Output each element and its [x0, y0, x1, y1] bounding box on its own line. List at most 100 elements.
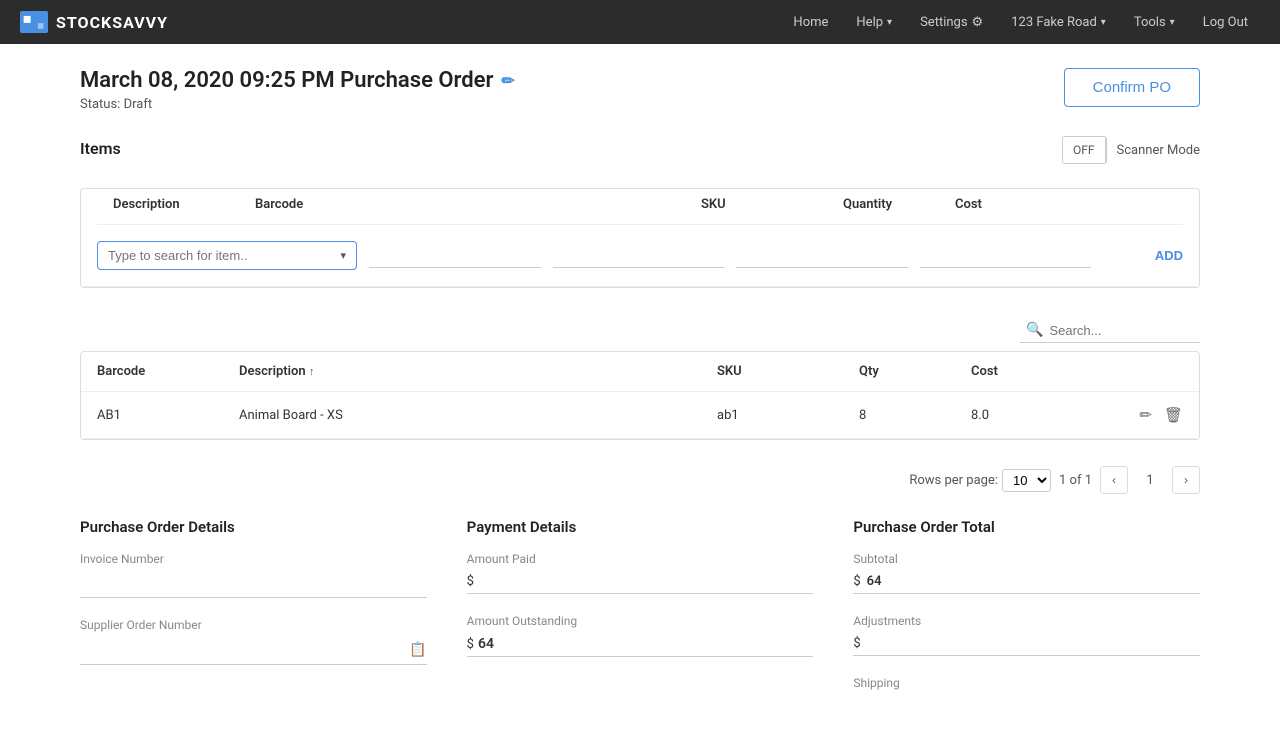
delete-row-icon[interactable]: 🗑: [1164, 406, 1183, 424]
shipping-field: Shipping: [853, 676, 1200, 690]
brand-name: STOCKSAVVY: [56, 13, 168, 32]
po-total-title: Purchase Order Total: [853, 518, 1200, 536]
row-sku: ab1: [717, 408, 847, 423]
items-table-header: Description Barcode SKU Quantity Cost: [97, 197, 1183, 225]
pagination-row: Rows per page: 10 25 50 1 of 1 ‹ 1 ›: [80, 456, 1200, 510]
quantity-input[interactable]: [736, 244, 908, 268]
gear-icon: ⚙: [972, 15, 984, 30]
subtotal-row: $ 64: [853, 570, 1200, 594]
rows-per-page-label: Rows per page:: [909, 473, 998, 488]
col-cost: Cost: [955, 197, 1075, 212]
scanner-row: OFF Scanner Mode: [1062, 136, 1200, 164]
col-quantity: Quantity: [843, 197, 943, 212]
header-cost: Cost: [971, 364, 1091, 379]
amount-paid-row: $: [467, 570, 814, 594]
invoice-number-field: Invoice Number: [80, 552, 427, 598]
edit-icon[interactable]: ✏: [501, 71, 514, 90]
supplier-order-row: 📋: [80, 636, 427, 665]
item-search-input[interactable]: [108, 248, 340, 263]
chevron-down-icon: ▾: [887, 17, 892, 28]
chevron-down-icon: ▾: [1101, 17, 1106, 28]
status-text: Status: Draft: [80, 97, 515, 112]
col-barcode: Barcode: [255, 197, 689, 212]
nav-help[interactable]: Help ▾: [844, 9, 904, 36]
adjustments-prefix: $: [853, 636, 860, 651]
row-actions: ✏ 🗑: [1103, 406, 1183, 424]
invoice-number-label: Invoice Number: [80, 552, 427, 566]
amount-outstanding-value: 64: [478, 636, 494, 652]
page-info: 1 of 1: [1059, 473, 1092, 488]
items-add-row: ▾ ADD: [81, 225, 1199, 287]
calendar-icon[interactable]: 📋: [409, 642, 426, 658]
row-qty: 8: [859, 408, 959, 423]
adjustments-row: $: [853, 632, 1200, 656]
next-page-button[interactable]: ›: [1172, 466, 1200, 494]
supplier-order-label: Supplier Order Number: [80, 618, 427, 632]
adjustments-field: Adjustments $: [853, 614, 1200, 656]
table-row: AB1 Animal Board - XS ab1 8 8.0 ✏ 🗑: [81, 392, 1199, 439]
amount-paid-prefix: $: [467, 574, 474, 589]
page-header: March 08, 2020 09:25 PM Purchase Order ✏…: [80, 68, 1200, 112]
header-barcode: Barcode: [97, 364, 227, 379]
toggle-off-label: OFF: [1063, 137, 1106, 163]
barcode-input[interactable]: [369, 244, 541, 268]
subtotal-prefix: $: [853, 574, 860, 589]
header-description[interactable]: Description ↑: [239, 364, 705, 379]
rows-per-page-select[interactable]: 10 25 50: [1002, 469, 1051, 492]
subtotal-field: Subtotal $ 64: [853, 552, 1200, 594]
amount-outstanding-field: Amount Outstanding $ 64: [467, 614, 814, 657]
main-content: March 08, 2020 09:25 PM Purchase Order ✏…: [40, 44, 1240, 734]
amount-outstanding-prefix: $: [467, 637, 474, 652]
shipping-label: Shipping: [853, 676, 1200, 690]
adjustments-label: Adjustments: [853, 614, 1200, 628]
invoice-number-input[interactable]: [80, 570, 427, 598]
data-table: Barcode Description ↑ SKU Qty Cost AB1 A…: [80, 351, 1200, 440]
supplier-order-input[interactable]: [80, 643, 409, 658]
cost-input[interactable]: [920, 244, 1092, 268]
brand-icon: [20, 11, 48, 33]
nav-settings[interactable]: Settings ⚙: [908, 9, 995, 36]
search-icon: 🔍: [1026, 322, 1043, 338]
nav-location[interactable]: 123 Fake Road ▾: [999, 9, 1118, 36]
nav-tools[interactable]: Tools ▾: [1122, 9, 1187, 36]
row-barcode: AB1: [97, 408, 227, 423]
scanner-toggle[interactable]: OFF: [1062, 136, 1107, 164]
sku-input[interactable]: [553, 244, 725, 268]
navbar: STOCKSAVVY Home Help ▾ Settings ⚙ 123 Fa…: [0, 0, 1280, 44]
supplier-order-field: Supplier Order Number 📋: [80, 618, 427, 665]
purchase-order-details: Purchase Order Details Invoice Number Su…: [80, 518, 427, 710]
col-sku: SKU: [701, 197, 831, 212]
details-grid: Purchase Order Details Invoice Number Su…: [80, 518, 1200, 710]
item-search-wrap[interactable]: ▾: [97, 241, 357, 270]
payment-details-title: Payment Details: [467, 518, 814, 536]
edit-row-icon[interactable]: ✏: [1139, 406, 1152, 424]
adjustments-input[interactable]: [867, 636, 1200, 651]
prev-page-button[interactable]: ‹: [1100, 466, 1128, 494]
brand-logo[interactable]: STOCKSAVVY: [20, 11, 168, 33]
amount-paid-label: Amount Paid: [467, 552, 814, 566]
row-cost: 8.0: [971, 408, 1091, 423]
col-description: Description: [113, 197, 243, 212]
current-page: 1: [1136, 466, 1164, 494]
dropdown-arrow-icon[interactable]: ▾: [340, 249, 346, 262]
data-table-header: Barcode Description ↑ SKU Qty Cost: [81, 352, 1199, 392]
confirm-po-button[interactable]: Confirm PO: [1064, 68, 1200, 107]
nav-links: Home Help ▾ Settings ⚙ 123 Fake Road ▾ T…: [781, 9, 1260, 36]
payment-details: Payment Details Amount Paid $ Amount Out…: [467, 518, 814, 710]
subtotal-label: Subtotal: [853, 552, 1200, 566]
chevron-down-icon: ▾: [1170, 17, 1175, 28]
header-sku: SKU: [717, 364, 847, 379]
items-add-table: Description Barcode SKU Quantity Cost ▾ …: [80, 188, 1200, 288]
amount-paid-field: Amount Paid $: [467, 552, 814, 594]
amount-outstanding-label: Amount Outstanding: [467, 614, 814, 628]
nav-logout[interactable]: Log Out: [1191, 9, 1260, 36]
po-total-section: Purchase Order Total Subtotal $ 64 Adjus…: [853, 518, 1200, 710]
nav-home[interactable]: Home: [781, 9, 840, 36]
table-search-input[interactable]: [1049, 323, 1194, 338]
rows-per-page: Rows per page: 10 25 50: [909, 469, 1051, 492]
row-description: Animal Board - XS: [239, 408, 705, 423]
add-item-button[interactable]: ADD: [1103, 248, 1183, 263]
amount-paid-input[interactable]: [478, 574, 813, 589]
subtotal-value: 64: [867, 574, 882, 589]
search-bar-row: 🔍: [80, 308, 1200, 343]
